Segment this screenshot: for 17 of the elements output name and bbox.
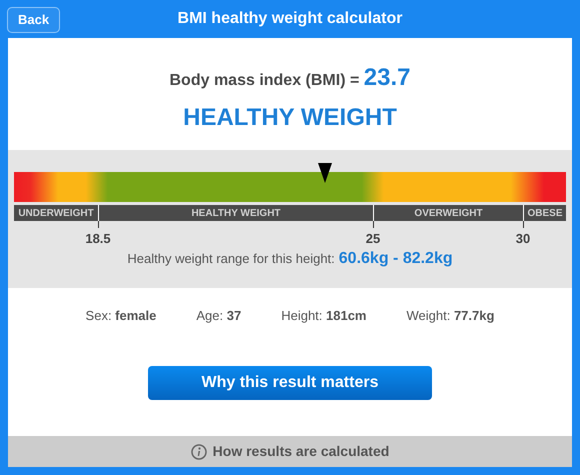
- range-label: Healthy weight range for this height:: [127, 250, 335, 268]
- window-title: BMI healthy weight calculator: [178, 9, 402, 29]
- detail-text: Sex: female: [86, 307, 156, 325]
- scale-segment-label: UNDERWEIGHT: [17, 206, 95, 220]
- scale-segment-label: OBESE: [523, 205, 566, 221]
- scale-tick-label: 18.5: [85, 230, 111, 248]
- scale-tick-label: 25: [366, 230, 380, 248]
- detail-text: Height: 181cm: [281, 307, 366, 325]
- detail-text: Age: 37: [196, 307, 242, 325]
- info-icon: [190, 444, 207, 460]
- detail-text: Weight: 77.7kg: [406, 307, 494, 325]
- bmi-category: HEALTHY WEIGHT: [183, 103, 397, 133]
- why-result-button[interactable]: Why this result matters: [148, 366, 432, 400]
- bmi-result: Body mass index (BMI) = 23.7: [170, 63, 410, 93]
- scale-tick-label: 30: [516, 230, 530, 248]
- back-button[interactable]: Back: [7, 7, 60, 33]
- range-value: 60.6kg - 82.2kg: [338, 249, 453, 269]
